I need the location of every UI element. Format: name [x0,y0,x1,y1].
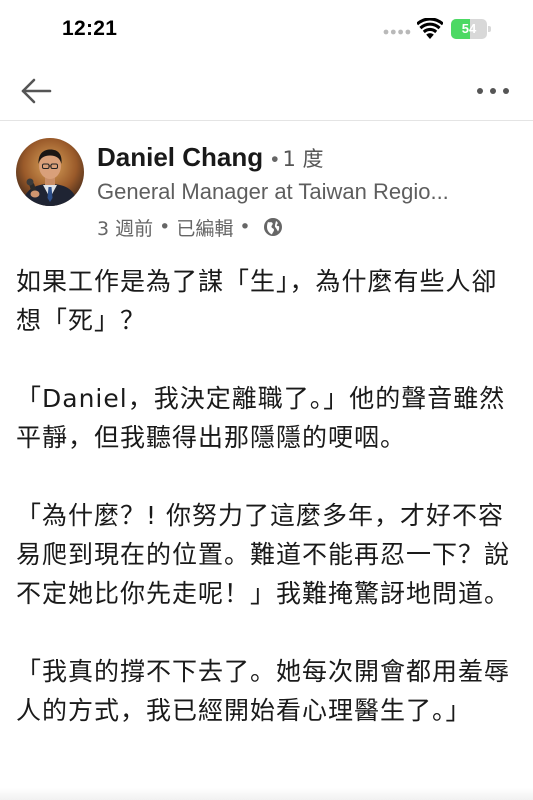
author-name[interactable]: Daniel Chang [97,142,263,172]
post-meta: 3 週前 • 已編輯 • [97,213,283,241]
meta-separator: • [239,216,251,238]
profile-photo [16,138,84,206]
nav-bar [0,62,533,121]
avatar[interactable] [16,138,84,206]
wifi-icon [417,18,443,39]
battery-body: 54 [451,19,487,39]
post-paragraph: 如果工作是為了謀「生」，為什麼有些人卻想「死」？ [16,267,498,335]
battery-icon: 54 [451,19,493,41]
status-time: 12:21 [62,17,118,40]
post-header: Daniel Chang • 1 度 General Manager at Taiw… [0,130,533,242]
post-time: 3 週前 [97,217,154,240]
edited-label: 已編輯 [176,217,234,240]
globe-icon [263,218,282,236]
more-button[interactable] [468,71,518,111]
author-separator: • [271,148,279,171]
signal-dots-icon [383,29,411,35]
back-button[interactable] [14,71,58,111]
content-fade [0,788,533,800]
author-line: Daniel Chang • 1 度 [97,142,517,178]
connection-degree: 1 度 [282,147,324,171]
post-paragraph: 「我真的撐不下去了。她每次開會都用羞辱人的方式，我已經開始看心理醫生了。」 [16,657,511,725]
post-paragraph: 「為什麼？! 你努力了這麼多年，才好不容易爬到現在的位置。難道不能再忍一下？說不… [16,501,511,608]
arrow-left-icon [21,78,52,104]
author-headline: General Manager at Taiwan Regio... [97,179,449,204]
post-paragraph: 「Daniel，我決定離職了。」他的聲音雖然平靜，但我聽得出那隱隱的哽咽。 [16,384,506,452]
battery-level: 54 [461,21,477,36]
meta-separator: • [159,216,171,238]
post-body: 如果工作是為了謀「生」，為什麼有些人卻想「死」？ 「Daniel，我決定離職了。… [16,262,521,769]
status-bar: 12:21 54 [0,0,533,62]
more-horizontal-icon [477,88,509,94]
battery-cap [488,26,491,32]
